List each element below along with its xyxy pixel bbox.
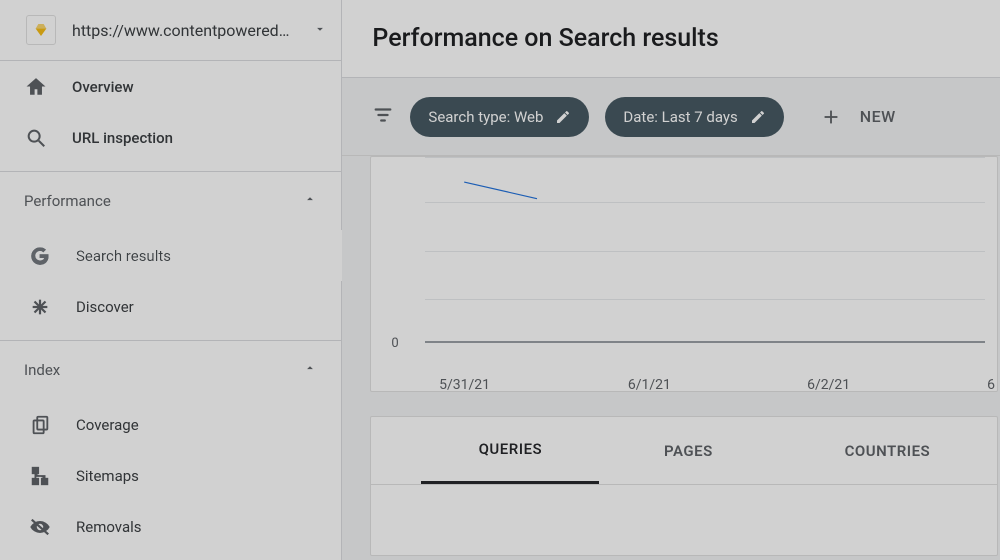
- chip-search-type[interactable]: Search type: Web: [410, 97, 589, 137]
- x-tick: 6: [987, 377, 995, 393]
- nav-group-index: Index Coverage Sitemaps Removals: [0, 341, 341, 560]
- tab-pages[interactable]: PAGES: [599, 417, 777, 484]
- nav-coverage-label: Coverage: [76, 416, 139, 434]
- nav-group-performance: Performance Search results Discover: [0, 172, 341, 341]
- page-title: Performance on Search results: [342, 0, 1000, 78]
- main: Performance on Search results Search typ…: [342, 0, 1000, 560]
- tab-countries[interactable]: COUNTRIES: [777, 417, 997, 484]
- nav-discover-label: Discover: [76, 298, 134, 316]
- plus-icon: [820, 106, 842, 128]
- nav-search-results[interactable]: Search results: [0, 230, 342, 281]
- sitemap-icon: [28, 464, 52, 488]
- chevron-up-icon: [303, 192, 317, 210]
- chip-date-label: Date: Last 7 days: [623, 108, 737, 126]
- search-icon: [24, 126, 48, 150]
- filter-bar: Search type: Web Date: Last 7 days NEW: [342, 78, 1000, 156]
- hidden-icon: [28, 515, 52, 539]
- sidebar: https://www.contentpowered… Overview URL…: [0, 0, 342, 560]
- site-picker[interactable]: https://www.contentpowered…: [0, 0, 341, 61]
- google-g-icon: [28, 244, 52, 268]
- nav-group-index-label: Index: [24, 361, 60, 379]
- nav-search-results-label: Search results: [76, 247, 171, 265]
- chart-line: [425, 158, 985, 343]
- y-tick-zero: 0: [391, 336, 398, 351]
- site-favicon: [26, 15, 56, 45]
- site-url: https://www.contentpowered…: [72, 21, 289, 40]
- nav-coverage[interactable]: Coverage: [0, 399, 341, 450]
- tabs-card: QUERIES PAGES COUNTRIES: [370, 416, 998, 556]
- new-filter-button[interactable]: NEW: [820, 106, 896, 128]
- pencil-icon: [555, 109, 571, 125]
- nav-group-index-header[interactable]: Index: [0, 341, 341, 399]
- nav-url-inspection-label: URL inspection: [72, 129, 173, 147]
- nav-group-performance-header[interactable]: Performance: [0, 172, 341, 230]
- nav-overview[interactable]: Overview: [0, 61, 341, 112]
- diamond-icon: [33, 22, 49, 38]
- nav-group-performance-label: Performance: [24, 192, 111, 210]
- pencil-icon: [750, 109, 766, 125]
- x-tick: 6/1/21: [628, 377, 671, 393]
- x-tick: 6/2/21: [807, 377, 850, 393]
- chevron-down-icon: [313, 21, 327, 40]
- nav-group-top: Overview URL inspection: [0, 61, 341, 172]
- asterisk-icon: [28, 295, 52, 319]
- x-tick: 5/31/21: [439, 377, 490, 393]
- nav-sitemaps[interactable]: Sitemaps: [0, 450, 341, 501]
- nav-removals[interactable]: Removals: [0, 501, 341, 552]
- nav-sitemaps-label: Sitemaps: [76, 467, 139, 485]
- filter-icon[interactable]: [372, 104, 394, 130]
- chart-card: 0 5/31/21 6/1/21 6/2/21 6: [370, 156, 998, 392]
- nav-removals-label: Removals: [76, 518, 142, 536]
- chip-search-type-label: Search type: Web: [428, 108, 543, 126]
- chevron-up-icon: [303, 361, 317, 379]
- chart-plot: 0: [425, 157, 985, 343]
- nav-url-inspection[interactable]: URL inspection: [0, 112, 341, 163]
- pages-icon: [28, 413, 52, 437]
- nav-discover[interactable]: Discover: [0, 281, 341, 332]
- chip-date[interactable]: Date: Last 7 days: [605, 97, 783, 137]
- tab-queries[interactable]: QUERIES: [421, 417, 599, 484]
- tab-row: QUERIES PAGES COUNTRIES: [371, 417, 997, 485]
- nav-overview-label: Overview: [72, 78, 134, 96]
- new-filter-label: NEW: [860, 107, 896, 126]
- home-icon: [24, 75, 48, 99]
